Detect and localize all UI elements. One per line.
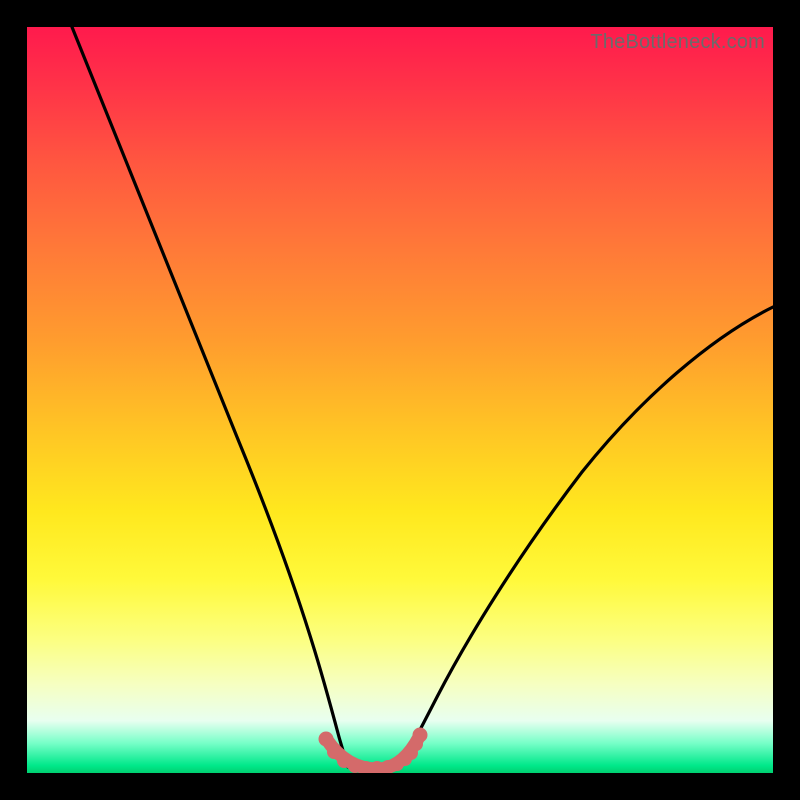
chart-frame: TheBottleneck.com: [0, 0, 800, 800]
curve-right: [400, 307, 773, 767]
plot-area: TheBottleneck.com: [27, 27, 773, 773]
bottom-dots-group: [319, 728, 428, 774]
curve-layer: [27, 27, 773, 773]
watermark-text: TheBottleneck.com: [590, 31, 765, 54]
curve-left: [72, 27, 348, 767]
